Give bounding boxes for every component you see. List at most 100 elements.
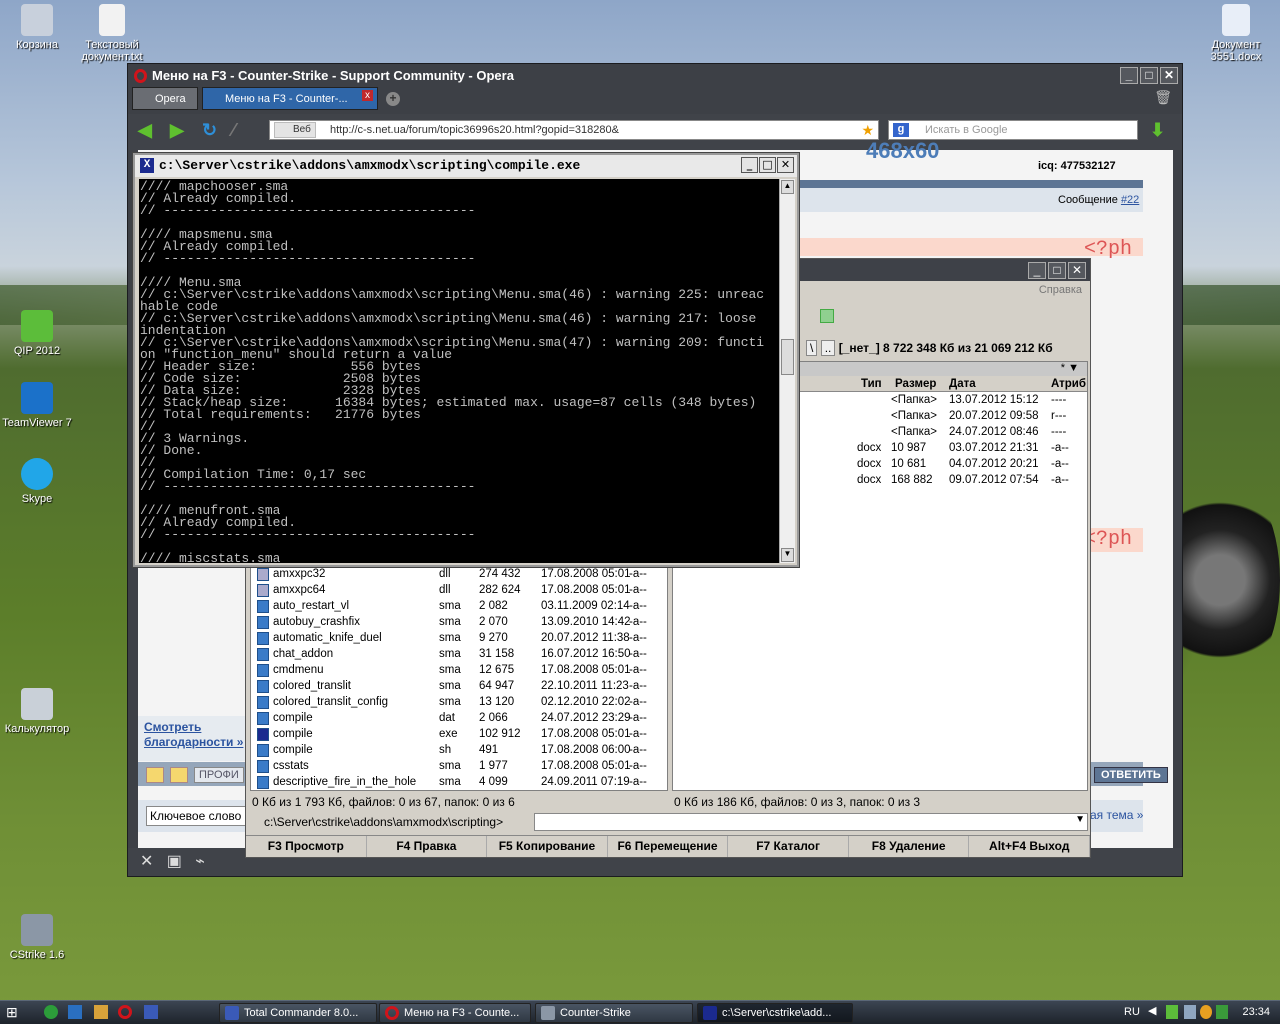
tab-close-icon[interactable]: x [362, 90, 373, 101]
save-quicklaunch-icon[interactable] [144, 1005, 158, 1019]
left-file-row[interactable]: compile exe 102 912 17.08.2008 05:01 -a-- [251, 726, 667, 742]
f7-mkdir-button[interactable]: F7 Каталог [728, 836, 849, 857]
close-button[interactable]: ✕ [1160, 67, 1178, 84]
profile-button[interactable]: ПРОФИ [194, 767, 244, 783]
tc-toolbar-icon[interactable] [820, 309, 834, 323]
left-file-row[interactable]: cmdmenu sma 12 675 17.08.2008 05:01 -a-- [251, 662, 667, 678]
console-output[interactable]: //// mapchooser.sma // Already compiled.… [139, 179, 779, 563]
bookmark-star-icon[interactable]: ★ [861, 122, 874, 139]
exit-button[interactable]: Alt+F4 Выход [969, 836, 1091, 857]
f4-edit-button[interactable]: F4 Правка [367, 836, 488, 857]
tray-app-icon[interactable] [1200, 1005, 1212, 1019]
taskbar-btn-counterstrike[interactable]: Counter-Strike [535, 1003, 693, 1023]
taskbar-btn-opera[interactable]: Меню на F3 - Counte... [379, 1003, 531, 1023]
console-close-button[interactable]: ✕ [777, 157, 794, 173]
scroll-up-icon[interactable]: ▲ [781, 180, 794, 194]
maximize-button[interactable]: □ [1140, 67, 1158, 84]
desktop-icon-calculator[interactable]: Калькулятор [0, 688, 77, 735]
reply-button[interactable]: ОТВЕТИТЬ [1094, 767, 1168, 783]
cell-ext: sma [439, 648, 461, 660]
new-topic-link[interactable]: ая тема » [1090, 808, 1143, 822]
taskbar-btn-totalcmd[interactable]: Total Commander 8.0... [219, 1003, 377, 1023]
cmd-history-chevron-icon[interactable]: ▼ [1075, 814, 1085, 825]
col-size[interactable]: Размер [895, 376, 936, 392]
left-file-row[interactable]: auto_restart_vl sma 2 082 03.11.2009 02:14-… [251, 598, 667, 614]
left-file-row[interactable]: chat_addon sma 31 158 16.07.2012 16:50 -a-- [251, 646, 667, 662]
f8-delete-button[interactable]: F8 Удаление [849, 836, 970, 857]
desktop-icon-qip[interactable]: QIP 2012 [0, 310, 77, 357]
forward-icon[interactable]: ▶ [170, 121, 190, 140]
col-date[interactable]: Дата [949, 376, 976, 392]
desktop-icon-text-file[interactable]: Текстовый документ.txt [71, 4, 153, 63]
cell-size: 1 977 [479, 760, 508, 772]
link-icon[interactable]: ⌁ [195, 853, 205, 870]
new-tab-icon[interactable]: + [386, 92, 400, 106]
search-input[interactable]: g Искать в Google [888, 120, 1138, 140]
tray-network-icon[interactable] [1184, 1005, 1196, 1019]
tab-active[interactable]: Меню на F3 - Counter-... x [202, 87, 378, 110]
tray-volume-icon[interactable] [1216, 1005, 1228, 1019]
f5-copy-button[interactable]: F5 Копирование [487, 836, 608, 857]
f3-view-button[interactable]: F3 Просмотр [246, 836, 367, 857]
col-attr[interactable]: Атриб [1051, 376, 1086, 392]
left-file-row[interactable]: amxxpc64 dll 282 624 17.08.2008 05:01 -a-- [251, 582, 667, 598]
desktop-icon-cstrike[interactable]: CStrike 1.6 [0, 914, 77, 961]
console-minimize-button[interactable]: _ [741, 157, 758, 173]
left-file-row[interactable]: automatic_knife_duel sma 9 270 20.07.2012 1… [251, 630, 667, 646]
scroll-down-icon[interactable]: ▼ [781, 548, 794, 562]
command-line-input[interactable]: ▼ [534, 813, 1088, 831]
clock[interactable]: 23:34 [1242, 1006, 1270, 1018]
left-file-row[interactable]: colored_translit_config sma 13 120 02.12.20… [251, 694, 667, 710]
desktop-icon-recycle-bin[interactable]: Корзина [0, 4, 77, 51]
cell-ext: sma [439, 600, 461, 612]
cell-name: compile [273, 712, 313, 724]
keyword-input[interactable]: Ключевое слово [146, 806, 256, 826]
filter-chevron-icon[interactable]: * ▼ [1061, 362, 1079, 374]
trash-icon[interactable]: 🗑 [1154, 89, 1172, 106]
desktop-icon-skype[interactable]: Skype [0, 458, 77, 505]
back-icon[interactable]: ◀ [138, 121, 158, 140]
menu-help[interactable]: Справка [1039, 284, 1082, 296]
thanks-link[interactable]: Смотреть благодарности » [144, 720, 244, 750]
left-file-row[interactable]: descriptive_fire_in_the_hole sma 4 099 24.0… [251, 774, 667, 790]
download-icon[interactable]: ⬇ [1150, 121, 1170, 140]
minimize-button[interactable]: _ [1120, 67, 1138, 84]
up-icon[interactable] [146, 767, 164, 783]
left-file-row[interactable]: csstats sma 1 977 17.08.2008 05:01 -a-- [251, 758, 667, 774]
console-maximize-button[interactable]: □ [759, 157, 776, 173]
tools-quicklaunch-icon[interactable] [94, 1005, 108, 1019]
reload-icon[interactable]: ↻ [202, 121, 222, 140]
col-type[interactable]: Тип [861, 376, 882, 392]
left-file-row[interactable]: compile sh 491 17.08.2008 06:00 -a-- [251, 742, 667, 758]
warn-icon[interactable] [170, 767, 188, 783]
left-file-row[interactable]: autobuy_crashfix sma 2 070 13.09.2010 14:42… [251, 614, 667, 630]
tc-minimize-button[interactable]: _ [1028, 262, 1046, 279]
left-file-row[interactable]: amxxpc32 dll 274 432 17.08.2008 05:01 -a-- [251, 566, 667, 582]
drive-root-button[interactable]: \ [806, 340, 818, 356]
tab-opera-menu[interactable]: Opera [132, 87, 198, 110]
tc-close-button[interactable]: ✕ [1068, 262, 1086, 279]
desktop-icon-teamviewer[interactable]: TeamViewer 7 [0, 382, 77, 429]
utorrent-icon[interactable] [44, 1005, 58, 1019]
tray-qip-icon[interactable] [1166, 1005, 1178, 1019]
tc-maximize-button[interactable]: □ [1048, 262, 1066, 279]
scroll-thumb[interactable] [781, 339, 794, 375]
panels-icon[interactable]: ▣ [167, 853, 182, 870]
left-file-row[interactable]: colored_translit sma 64 947 22.10.2011 11:2… [251, 678, 667, 694]
tray-expand-icon[interactable]: ◀ [1148, 1004, 1156, 1017]
cell-type: docx [857, 442, 882, 454]
drive-up-button[interactable]: .. [820, 340, 836, 356]
start-button[interactable]: ⊞ [6, 1004, 34, 1022]
console-scrollbar[interactable]: ▲ ▼ [779, 179, 795, 563]
language-indicator[interactable]: RU [1124, 1006, 1140, 1018]
tools-icon[interactable]: ✕ [140, 853, 153, 870]
message-link[interactable]: Сообщение #22 [1058, 194, 1139, 206]
quicklaunch-app-icon[interactable] [68, 1005, 82, 1019]
left-file-row[interactable]: compile dat 2 066 24.07.2012 23:29 -a-- [251, 710, 667, 726]
desktop-icon-docx[interactable]: Документ 3551.docx [1196, 4, 1276, 63]
address-bar[interactable]: Веб http://c-s.net.ua/forum/topic36996s20… [269, 120, 879, 140]
f6-move-button[interactable]: F6 Перемещение [608, 836, 729, 857]
taskbar-btn-console[interactable]: c:\Server\cstrike\add... [697, 1003, 853, 1023]
opera-quicklaunch-icon[interactable] [118, 1005, 132, 1019]
wand-icon[interactable]: ⁄ [232, 121, 252, 140]
